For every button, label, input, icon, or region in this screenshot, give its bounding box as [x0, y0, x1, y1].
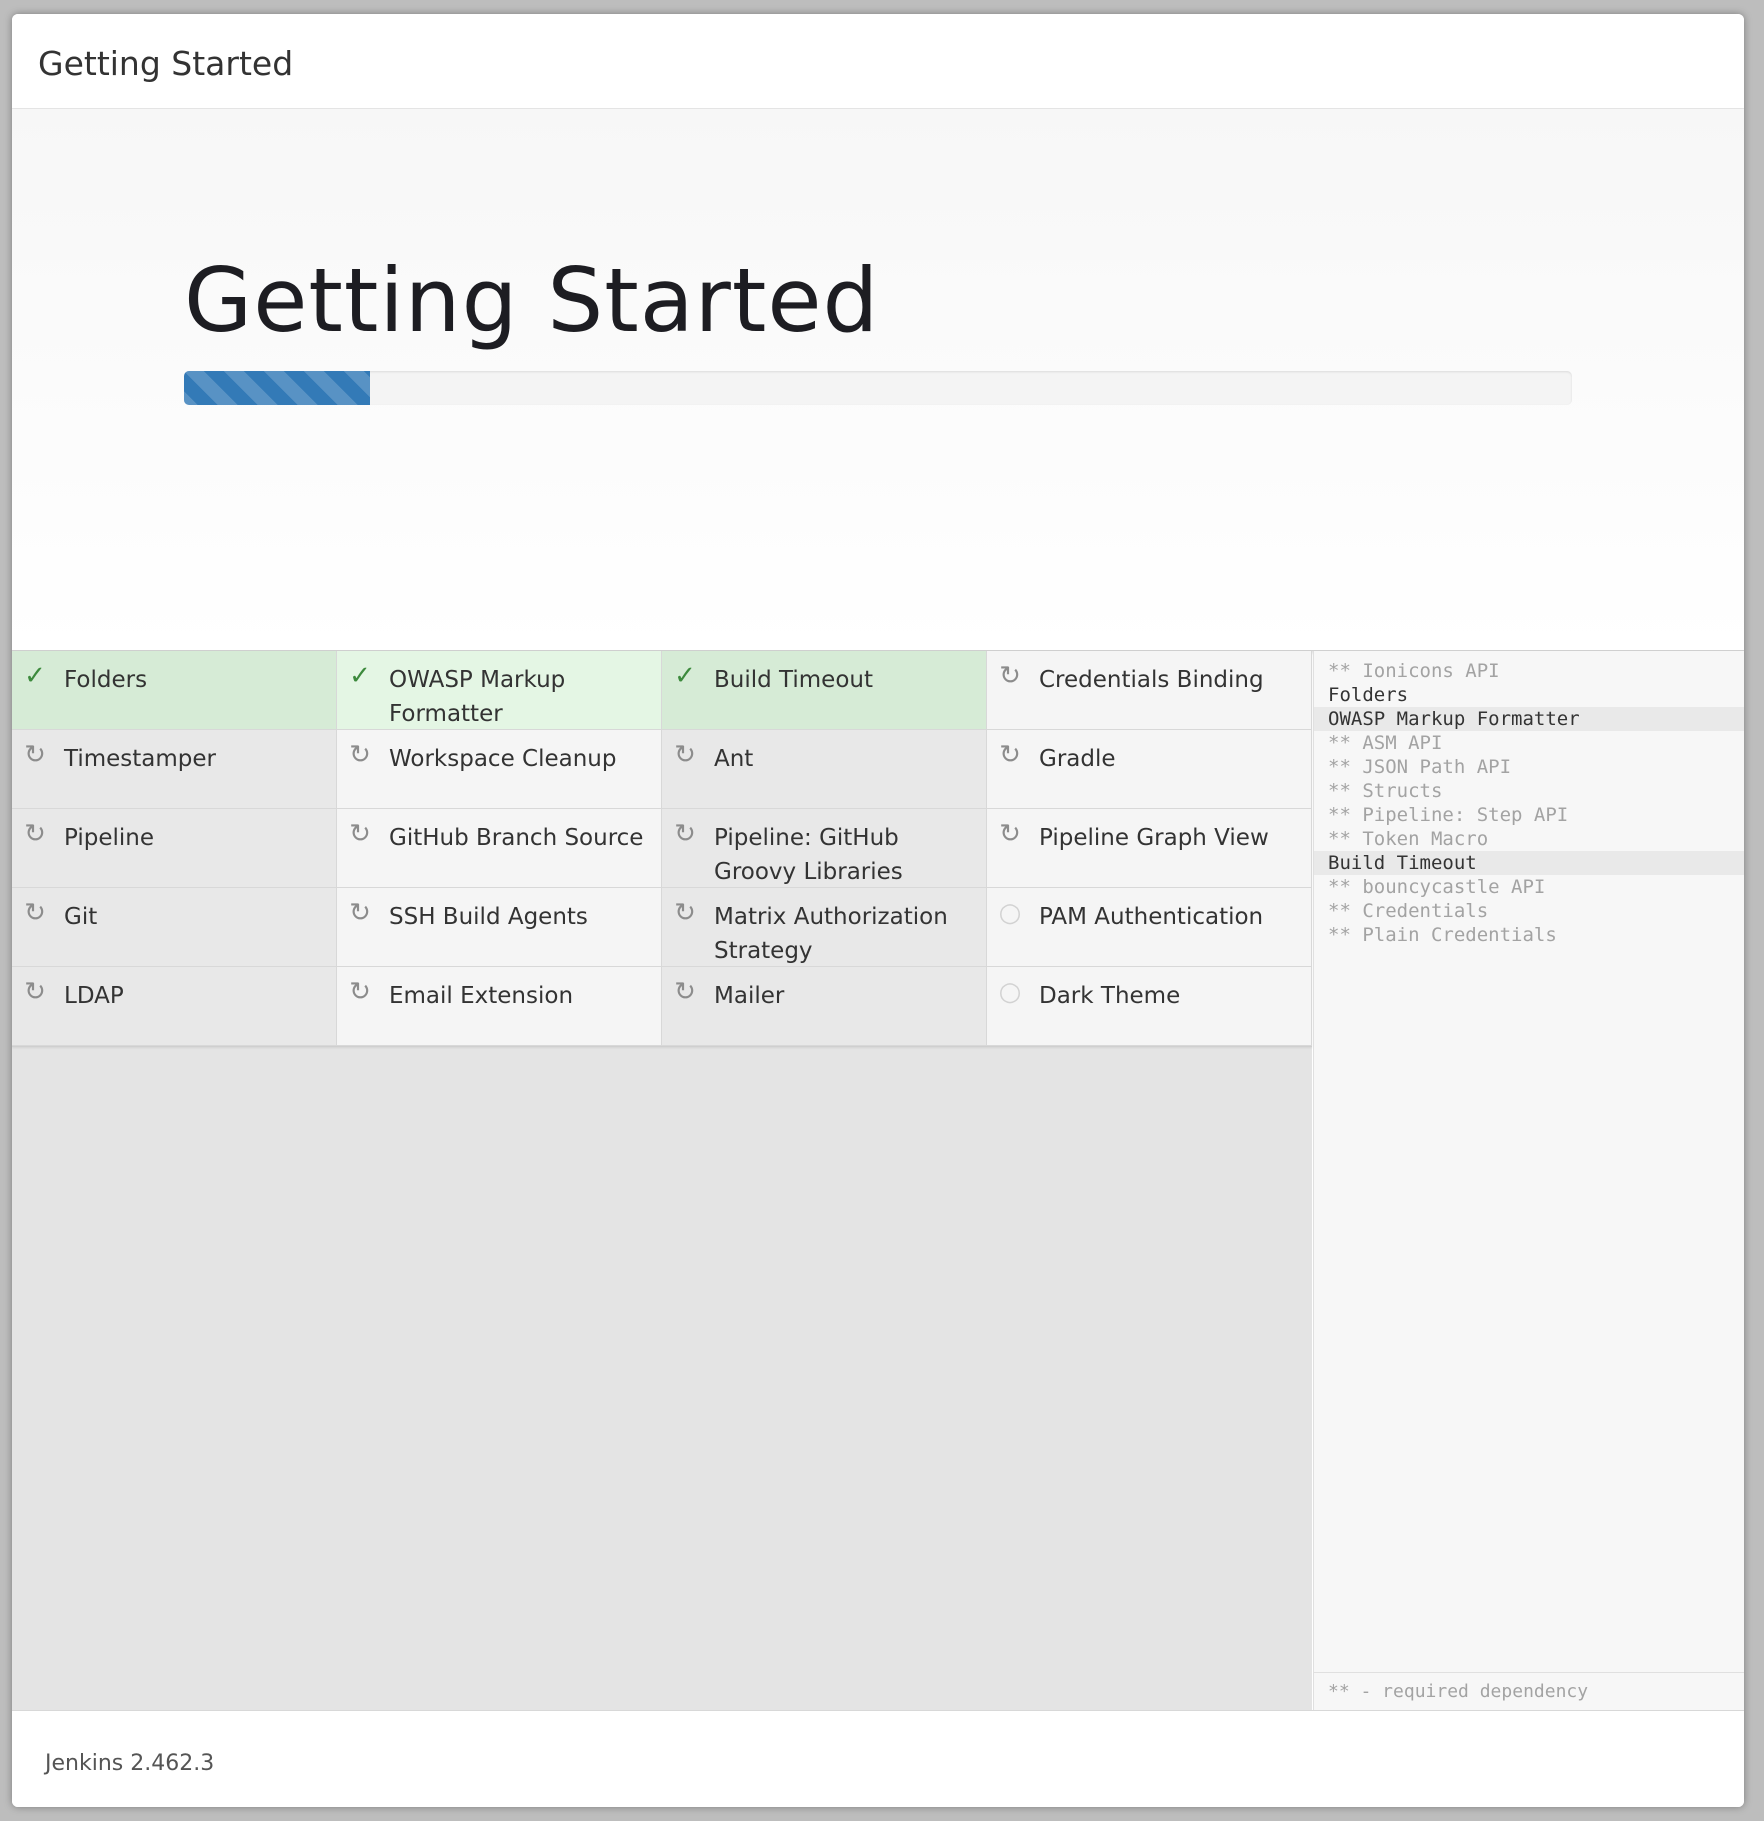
log-line: ** bouncycastle API	[1328, 876, 1546, 898]
refresh-icon: ↻	[24, 977, 46, 1007]
plugin-item: ↻ Pipeline	[12, 809, 337, 888]
plugin-item: ✓ Folders	[12, 651, 337, 730]
log-line: Build Timeout	[1314, 851, 1744, 875]
header-title: Getting Started	[38, 44, 294, 83]
plugin-item: ↻ Git	[12, 888, 337, 967]
refresh-icon: ↻	[24, 740, 46, 770]
plugin-name: Git	[64, 904, 98, 930]
refresh-icon: ↻	[999, 819, 1021, 849]
refresh-icon: ↻	[674, 977, 696, 1007]
refresh-icon: ↻	[999, 740, 1021, 770]
plugin-item: ↻ Email Extension	[337, 967, 662, 1046]
log-line: ** Token Macro	[1328, 828, 1489, 850]
plugin-name: Pipeline Graph View	[1039, 825, 1269, 851]
plugin-name: Folders	[64, 667, 148, 693]
jenkins-version: Jenkins 2.462.3	[45, 1751, 215, 1776]
log-line: ** JSON Path API	[1328, 756, 1512, 778]
plugin-name: LDAP	[64, 983, 124, 1009]
circle-icon: ○	[998, 898, 1022, 928]
plugin-name: Dark Theme	[1039, 983, 1181, 1009]
jumbotron: Getting Started	[12, 109, 1744, 651]
plugin-item: ↻ SSH Build Agents	[337, 888, 662, 967]
plugin-name: Gradle	[1039, 746, 1116, 772]
plugin-name: Pipeline: GitHub Groovy Libraries	[714, 825, 903, 885]
plugin-name: PAM Authentication	[1039, 904, 1264, 930]
plugin-item: ↻ Matrix Authorization Strategy	[662, 888, 987, 967]
plugin-item: ↻ Ant	[662, 730, 987, 809]
plugin-item: ↻ LDAP	[12, 967, 337, 1046]
refresh-icon: ↻	[349, 819, 371, 849]
plugin-item: ↻ Credentials Binding	[987, 651, 1312, 730]
install-log-panel[interactable]: ** Ionicons API Folders OWASP Markup Forma…	[1313, 651, 1744, 1711]
log-line: ** Plain Credentials	[1328, 924, 1557, 946]
refresh-icon: ↻	[674, 740, 696, 770]
plugin-item: ↻ Gradle	[987, 730, 1312, 809]
plugin-item: ○ Dark Theme	[987, 967, 1312, 1046]
plugin-name: Timestamper	[64, 746, 216, 772]
plugin-list-panel: ✓ Folders ✓ OWASP Markup Formatter ✓ Build Ti…	[12, 651, 1312, 1711]
check-icon: ✓	[674, 661, 696, 691]
plugin-name: Email Extension	[389, 983, 574, 1009]
log-line: OWASP Markup Formatter	[1314, 707, 1744, 731]
check-icon: ✓	[349, 661, 371, 691]
log-line: ** Pipeline: Step API	[1328, 804, 1569, 826]
circle-icon: ○	[998, 977, 1022, 1007]
plugin-name: GitHub Branch Source	[389, 825, 644, 851]
plugin-name: Ant	[714, 746, 754, 772]
refresh-icon: ↻	[349, 898, 371, 928]
dialog-header: Getting Started	[12, 14, 1744, 109]
install-progress-bar	[184, 371, 370, 405]
refresh-icon: ↻	[999, 661, 1021, 691]
plugin-item: ✓ OWASP Markup Formatter	[337, 651, 662, 730]
plugin-item: ↻ Pipeline Graph View	[987, 809, 1312, 888]
page-title: Getting Started	[184, 249, 880, 352]
plugin-name: Build Timeout	[714, 667, 874, 693]
plugin-name: OWASP Markup Formatter	[389, 667, 566, 727]
refresh-icon: ↻	[349, 977, 371, 1007]
plugin-name: Workspace Cleanup	[389, 746, 617, 772]
log-line: ** Structs	[1328, 780, 1443, 802]
plugin-item: ↻ Timestamper	[12, 730, 337, 809]
refresh-icon: ↻	[24, 898, 46, 928]
plugin-item: ↻ Workspace Cleanup	[337, 730, 662, 809]
install-progress	[184, 371, 1572, 405]
dialog-footer: Jenkins 2.462.3	[12, 1710, 1744, 1807]
plugin-grid: ✓ Folders ✓ OWASP Markup Formatter ✓ Build Ti…	[12, 651, 1312, 1047]
check-icon: ✓	[24, 661, 46, 691]
plugin-item: ↻ Mailer	[662, 967, 987, 1046]
plugin-name: Pipeline	[64, 825, 155, 851]
plugin-name: Matrix Authorization Strategy	[714, 904, 948, 964]
plugin-name: Credentials Binding	[1039, 667, 1264, 693]
log-line: ** Ionicons API	[1328, 660, 1500, 682]
plugin-item: ○ PAM Authentication	[987, 888, 1312, 967]
refresh-icon: ↻	[349, 740, 371, 770]
plugin-item: ↻ GitHub Branch Source	[337, 809, 662, 888]
log-line: ** ASM API	[1328, 732, 1443, 754]
log-line: ** Credentials	[1328, 900, 1489, 922]
plugin-name: SSH Build Agents	[389, 904, 588, 930]
refresh-icon: ↻	[24, 819, 46, 849]
plugin-item: ✓ Build Timeout	[662, 651, 987, 730]
dependency-legend: ** - required dependency	[1314, 1672, 1744, 1711]
refresh-icon: ↻	[674, 898, 696, 928]
log-line: Folders	[1328, 684, 1409, 706]
refresh-icon: ↻	[674, 819, 696, 849]
setup-wizard-dialog: Getting Started Getting Started ✓ Folders…	[12, 14, 1744, 1807]
plugin-item: ↻ Pipeline: GitHub Groovy Libraries	[662, 809, 987, 888]
plugin-name: Mailer	[714, 983, 785, 1009]
install-log: ** Ionicons API Folders OWASP Markup Forma…	[1314, 651, 1744, 947]
